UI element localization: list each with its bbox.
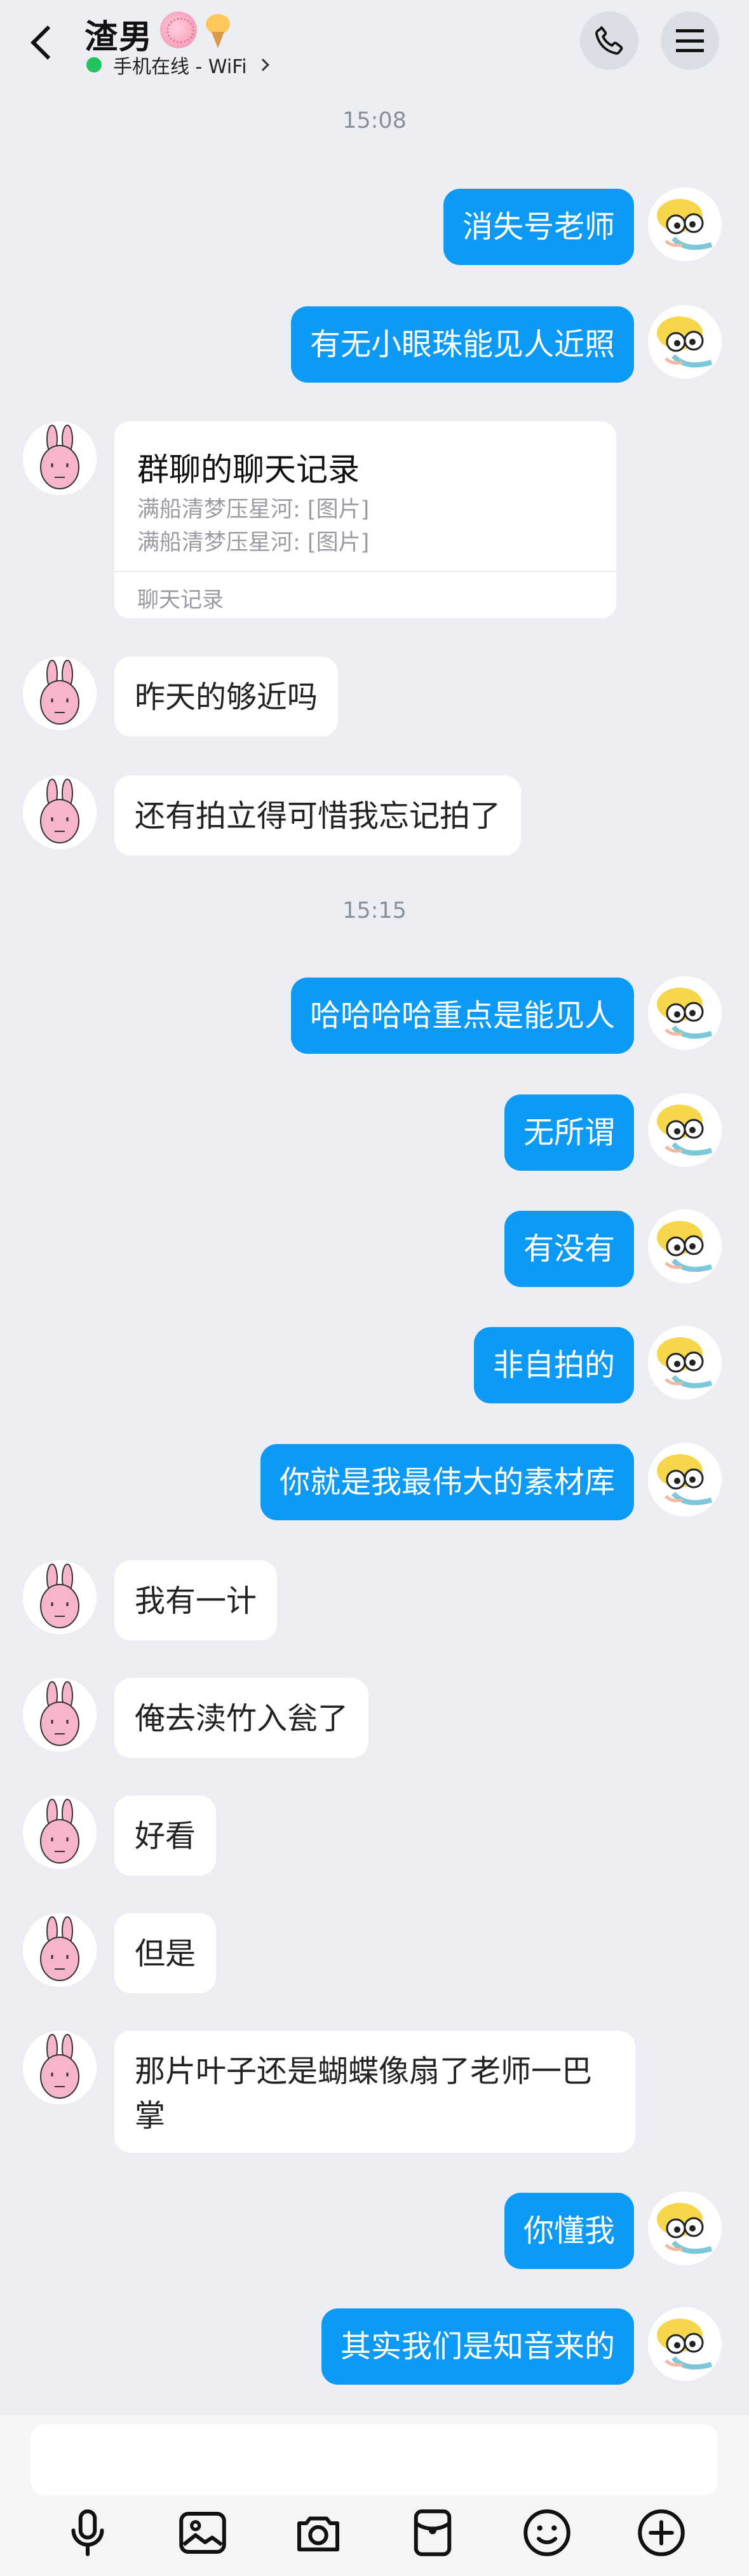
contact-avatar[interactable] [23, 1913, 97, 1987]
red-packet-icon [414, 2509, 452, 2556]
cartoon-avatar-icon [648, 1093, 722, 1167]
outgoing-message[interactable]: 你懂我 [504, 2193, 634, 2269]
incoming-message[interactable]: 好看 [114, 1796, 217, 1876]
rabbit-avatar-icon [23, 775, 97, 849]
brain-badge-icon [160, 11, 197, 48]
more-menu-button[interactable] [661, 11, 719, 70]
my-avatar[interactable] [648, 305, 722, 379]
cartoon-avatar-icon [648, 2191, 722, 2265]
rabbit-avatar-icon [23, 1678, 97, 1752]
camera-button[interactable] [290, 2504, 347, 2561]
call-button[interactable] [580, 11, 638, 70]
chat-header: 渣男 手机在线 - WiFi [0, 0, 749, 83]
rabbit-avatar-icon [23, 2031, 97, 2104]
status-text: 手机在线 - WiFi [113, 56, 247, 78]
outgoing-message[interactable]: 非自拍的 [473, 1327, 634, 1403]
cartoon-avatar-icon [648, 976, 722, 1050]
timestamp: 15:15 [342, 898, 407, 923]
card-title: 群聊的聊天记录 [137, 451, 360, 488]
my-avatar[interactable] [648, 1210, 722, 1283]
contact-avatar[interactable] [23, 1560, 97, 1634]
outgoing-message[interactable]: 你就是我最伟大的素材库 [260, 1444, 634, 1520]
rabbit-avatar-icon [23, 421, 97, 495]
incoming-message[interactable]: 我有一计 [114, 1560, 278, 1640]
incoming-message[interactable]: 还有拍立得可惜我忘记拍了 [114, 775, 522, 855]
card-line: 满船清梦压星河: [图片] [137, 530, 370, 555]
my-avatar[interactable] [648, 2191, 722, 2265]
plus-icon [638, 2509, 685, 2556]
message-input[interactable] [30, 2424, 718, 2495]
card-footer: 聊天记录 [137, 587, 224, 613]
incoming-message[interactable]: 但是 [114, 1913, 217, 1993]
my-avatar[interactable] [648, 187, 722, 261]
cartoon-avatar-icon [648, 1443, 722, 1516]
ice-cream-badge-icon [202, 11, 234, 48]
outgoing-message[interactable]: 其实我们是知音来的 [321, 2308, 634, 2385]
online-status[interactable]: 手机在线 - WiFi [86, 51, 269, 79]
my-avatar[interactable] [648, 1093, 722, 1167]
timestamp: 15:08 [342, 108, 407, 133]
outgoing-message[interactable]: 哈哈哈哈重点是能见人 [290, 978, 634, 1054]
camera-icon [297, 2516, 339, 2552]
emoji-icon [523, 2509, 570, 2556]
image-button[interactable] [174, 2504, 231, 2561]
emoji-button[interactable] [518, 2504, 576, 2561]
message-list[interactable]: 15:08 消失号老师 有无小眼珠能见人近照 群聊的聊天记录 满船清梦压星河: … [0, 83, 749, 2415]
more-actions-button[interactable] [633, 2504, 690, 2561]
contact-avatar[interactable] [23, 1678, 97, 1752]
contact-avatar[interactable] [23, 657, 97, 730]
my-avatar[interactable] [648, 976, 722, 1050]
card-divider [114, 571, 616, 572]
rabbit-avatar-icon [23, 1913, 97, 1987]
composer [0, 2415, 749, 2576]
cartoon-avatar-icon [648, 187, 722, 261]
incoming-message[interactable]: 昨天的够近吗 [114, 657, 339, 737]
cartoon-avatar-icon [648, 305, 722, 379]
cartoon-avatar-icon [648, 1326, 722, 1400]
contact-avatar[interactable] [23, 775, 97, 849]
voice-button[interactable] [59, 2504, 116, 2561]
microphone-icon [71, 2509, 104, 2556]
incoming-message[interactable]: 那片叶子还是蝴蝶像扇了老师一巴掌 [114, 2031, 635, 2153]
outgoing-message[interactable]: 有无小眼珠能见人近照 [290, 306, 634, 383]
outgoing-message[interactable]: 消失号老师 [443, 189, 634, 265]
contact-avatar[interactable] [23, 2031, 97, 2104]
cartoon-avatar-icon [648, 1210, 722, 1283]
phone-icon [595, 26, 623, 55]
outgoing-message[interactable]: 有没有 [504, 1211, 634, 1287]
my-avatar[interactable] [648, 1326, 722, 1400]
incoming-message[interactable]: 俺去渎竹入瓮了 [114, 1678, 369, 1758]
rabbit-avatar-icon [23, 1796, 97, 1869]
chevron-right-icon [256, 58, 269, 71]
online-dot-icon [86, 57, 102, 72]
my-avatar[interactable] [648, 2307, 722, 2381]
card-line: 满船清梦压星河: [图片] [137, 497, 370, 522]
image-icon [179, 2512, 226, 2554]
cartoon-avatar-icon [648, 2307, 722, 2381]
back-arrow-icon[interactable] [24, 17, 62, 67]
chat-history-card[interactable]: 群聊的聊天记录 满船清梦压星河: [图片] 满船清梦压星河: [图片] 聊天记录 [114, 421, 616, 618]
rabbit-avatar-icon [23, 1560, 97, 1634]
red-packet-button[interactable] [404, 2504, 461, 2561]
contact-avatar[interactable] [23, 421, 97, 495]
my-avatar[interactable] [648, 1443, 722, 1516]
rabbit-avatar-icon [23, 657, 97, 730]
contact-avatar[interactable] [23, 1796, 97, 1869]
menu-icon [676, 29, 704, 52]
outgoing-message[interactable]: 无所谓 [504, 1094, 634, 1171]
